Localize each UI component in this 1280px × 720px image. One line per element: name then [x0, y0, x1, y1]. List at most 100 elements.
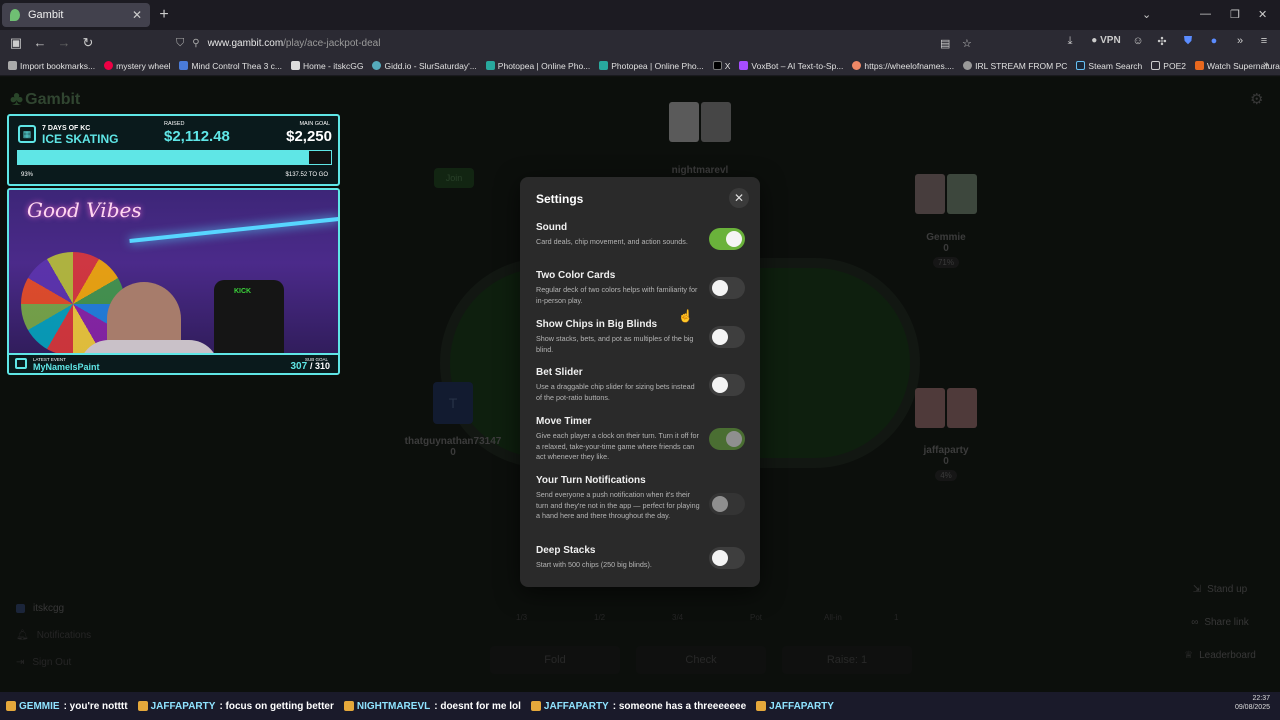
bookmark-item[interactable]: X — [712, 61, 730, 71]
toggle-knob — [726, 431, 742, 447]
close-icon[interactable]: ✕ — [729, 188, 749, 208]
setting-description: Show stacks, bets, and pot as multiples … — [536, 334, 694, 354]
bookmark-item[interactable]: Photopea | Online Pho... — [599, 61, 704, 71]
bookmark-item[interactable]: https://wheelofnames.... — [852, 61, 954, 71]
goal-days: 7 DAYS OF KC — [42, 125, 91, 132]
overflow-chevrons-icon[interactable]: » — [1232, 35, 1248, 47]
tab-title: Gambit — [28, 9, 64, 21]
bookmark-star-icon[interactable]: ☆ — [962, 37, 972, 50]
main-goal-value: $2,250 — [286, 128, 332, 145]
ticker-message: JAFFAPARTY: someone has a threeeeeee — [530, 701, 746, 712]
stream-goal-widget: ▦ 7 DAYS OF KC ICE SKATING RAISED $2,112… — [7, 114, 340, 186]
bookmark-item[interactable]: Home - itskcGG — [291, 61, 363, 71]
webcam-feed: Good Vibes KICK LATEST EVENT MyNameIsPai… — [7, 188, 340, 375]
bookmarks-bar: Import bookmarks... mystery wheel Mind C… — [0, 56, 1280, 76]
menu-icon[interactable]: ≡ — [1256, 35, 1272, 47]
close-tab-icon[interactable]: ✕ — [132, 8, 142, 22]
new-tab-button[interactable]: + — [156, 6, 172, 24]
home-favicon-icon — [291, 61, 300, 70]
bookmark-item[interactable]: VoxBot – AI Text-to-Sp... — [739, 61, 843, 71]
back-icon[interactable]: ← — [32, 35, 48, 50]
extensions-icon[interactable]: ✣ — [1154, 35, 1170, 48]
globe-favicon-icon — [963, 61, 973, 70]
main-goal-label: MAIN GOAL — [299, 121, 330, 127]
setting-description: Send everyone a push notification when i… — [536, 490, 700, 520]
doc-favicon-icon — [179, 61, 189, 70]
badge-icon — [530, 701, 541, 711]
supernatural-favicon-icon — [1194, 61, 1204, 70]
forward-icon[interactable]: → — [56, 35, 72, 50]
bookmark-item[interactable]: Photopea | Online Pho... — [485, 61, 590, 71]
sound-toggle[interactable] — [709, 228, 745, 250]
toggle-knob — [712, 496, 728, 512]
bookmark-item[interactable]: Import bookmarks... — [8, 61, 95, 71]
wheel-favicon-icon — [852, 61, 862, 70]
ticker-message: NIGHTMAREVL: doesnt for me lol — [343, 701, 521, 712]
shield-icon[interactable]: ⛉ — [176, 37, 184, 50]
bookmark-item[interactable]: POE2 — [1151, 61, 1186, 71]
account-icon[interactable]: ☺ — [1130, 35, 1146, 47]
setting-description: Start with 500 chips (250 big blinds). — [536, 560, 652, 569]
profile-extension-icon[interactable]: ● — [1206, 35, 1222, 47]
url-path: /play/ace-jackpot-deal — [283, 37, 381, 49]
reader-view-icon[interactable]: ▤ — [940, 37, 950, 50]
goal-to-go: $137.52 TO GO — [285, 172, 328, 178]
ticker-message: JAFFAPARTY — [756, 701, 838, 712]
vpn-label: VPN — [1100, 35, 1121, 46]
setting-description: Regular deck of two colors helps with fa… — [536, 285, 698, 305]
import-icon — [8, 61, 17, 70]
raised-value: $2,112.48 — [164, 128, 230, 145]
latest-event-bar: LATEST EVENT MyNameIsPaint SUB GOAL 307 … — [9, 353, 338, 373]
download-icon[interactable]: ⤓ — [1062, 35, 1078, 48]
goal-progress-fill — [18, 151, 310, 164]
show-chips-big-blinds-toggle[interactable] — [709, 326, 745, 348]
shield-extension-icon[interactable]: ⛊ — [1180, 35, 1196, 48]
bookmarks-overflow-icon[interactable]: » — [1258, 59, 1274, 70]
sidebar-toggle-icon[interactable]: ▣ — [8, 35, 24, 51]
neon-sign: Good Vibes — [27, 198, 142, 222]
event-icon — [15, 358, 27, 369]
setting-title: Your Turn Notifications — [536, 475, 646, 486]
sub-goal-count: 307 / 310 — [291, 361, 331, 372]
tab-list-chevron-icon[interactable]: ⌄ — [1142, 8, 1151, 21]
setting-description: Give each player a clock on their turn. … — [536, 431, 699, 461]
close-window-icon[interactable]: ✕ — [1258, 8, 1267, 21]
deep-stacks-toggle[interactable] — [709, 547, 745, 569]
setting-title: Move Timer — [536, 416, 592, 427]
x-favicon-icon — [712, 61, 722, 70]
toggle-knob — [712, 280, 728, 296]
page-info-icon[interactable]: ⚲ — [192, 38, 199, 49]
settings-modal: Settings ✕ Sound Card deals, chip moveme… — [520, 177, 760, 587]
your-turn-notifications-toggle[interactable] — [709, 493, 745, 515]
url-bar[interactable]: ⛉ ⚲ www.gambit.com/play/ace-jackpot-deal… — [176, 33, 984, 53]
two-color-cards-toggle[interactable] — [709, 277, 745, 299]
tab-gambit[interactable]: Gambit ✕ — [2, 3, 150, 27]
bookmark-item[interactable]: mystery wheel — [104, 61, 170, 71]
bookmark-item[interactable]: Gidd.io - SlurSaturday'... — [372, 61, 477, 71]
chat-ticker: GEMMIE: you're notttt JAFFAPARTY: focus … — [0, 698, 1280, 714]
vpn-button[interactable]: ● VPN — [1088, 35, 1124, 46]
sub-goal-current: 307 — [290, 361, 308, 372]
mouse-cursor-icon: ☝ — [678, 309, 693, 323]
bet-slider-toggle[interactable] — [709, 374, 745, 396]
chair-brand: KICK — [234, 288, 252, 295]
url-domain: www.gambit.com — [207, 37, 284, 49]
badge-icon — [6, 701, 16, 711]
minimize-icon[interactable]: — — [1200, 8, 1211, 20]
gaming-chair: KICK — [214, 280, 284, 360]
system-clock[interactable]: 22:37 09/08/2025 — [1235, 694, 1270, 712]
ticker-message: JAFFAPARTY: focus on getting better — [137, 701, 334, 712]
calendar-icon: ▦ — [18, 125, 36, 143]
bookmark-item[interactable]: Mind Control Thea 3 c... — [179, 61, 282, 71]
gidd-favicon-icon — [372, 61, 382, 70]
bookmark-item[interactable]: IRL STREAM FROM PC — [963, 61, 1067, 71]
move-timer-toggle[interactable] — [709, 428, 745, 450]
reload-icon[interactable]: ↻ — [80, 35, 96, 51]
tab-bar: Gambit ✕ + ⌄ — ❐ ✕ — [0, 0, 1280, 30]
maximize-icon[interactable]: ❐ — [1230, 8, 1240, 21]
folder-icon — [1151, 61, 1161, 70]
raised-label: RAISED — [164, 121, 185, 127]
bookmark-item[interactable]: Steam Search — [1076, 61, 1142, 71]
goal-progress-label: 93% — [21, 172, 34, 178]
ticker-message: GEMMIE: you're notttt — [6, 701, 128, 712]
